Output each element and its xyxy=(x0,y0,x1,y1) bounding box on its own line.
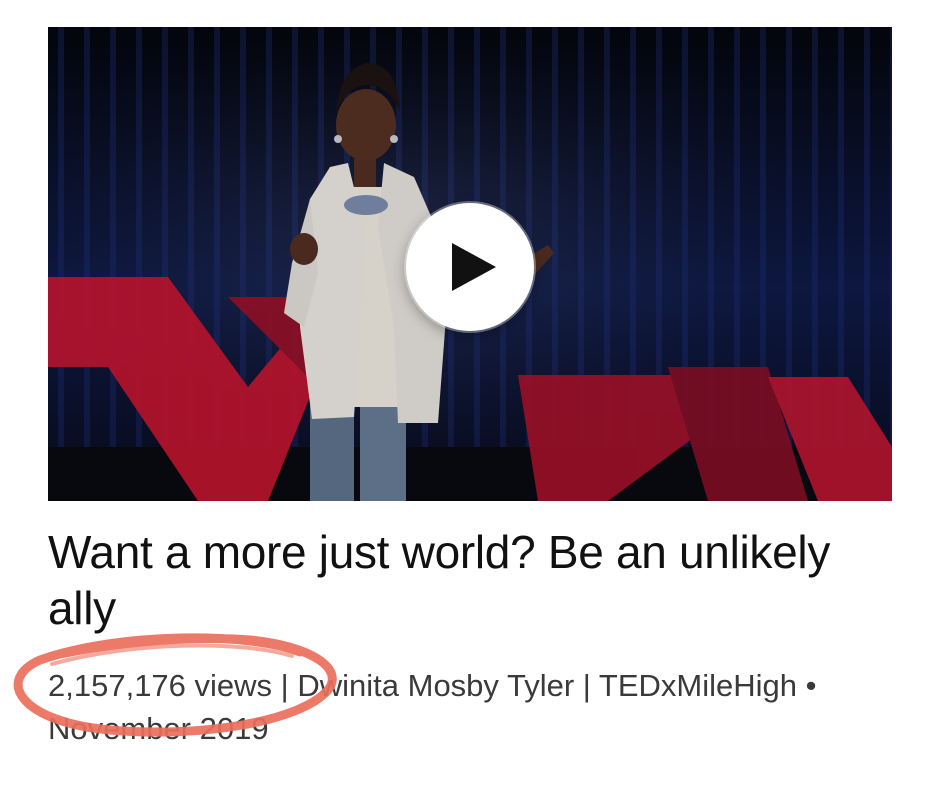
talk-date: November 2019 xyxy=(48,711,269,746)
talk-title[interactable]: Want a more just world? Be an unlikely a… xyxy=(48,524,868,636)
event-name: TEDxMileHigh xyxy=(598,668,798,703)
separator: | xyxy=(280,668,289,703)
bullet-separator: • xyxy=(805,668,817,703)
view-count: 2,157,176 views xyxy=(48,668,273,703)
play-button[interactable] xyxy=(406,203,534,331)
talk-card: Want a more just world? Be an unlikely a… xyxy=(0,0,940,788)
play-icon xyxy=(452,243,496,291)
separator: | xyxy=(582,668,591,703)
talk-meta: 2,157,176 views | Dwinita Mosby Tyler | … xyxy=(48,664,868,750)
video-thumbnail[interactable] xyxy=(48,27,892,501)
speaker-name[interactable]: Dwinita Mosby Tyler xyxy=(297,668,574,703)
